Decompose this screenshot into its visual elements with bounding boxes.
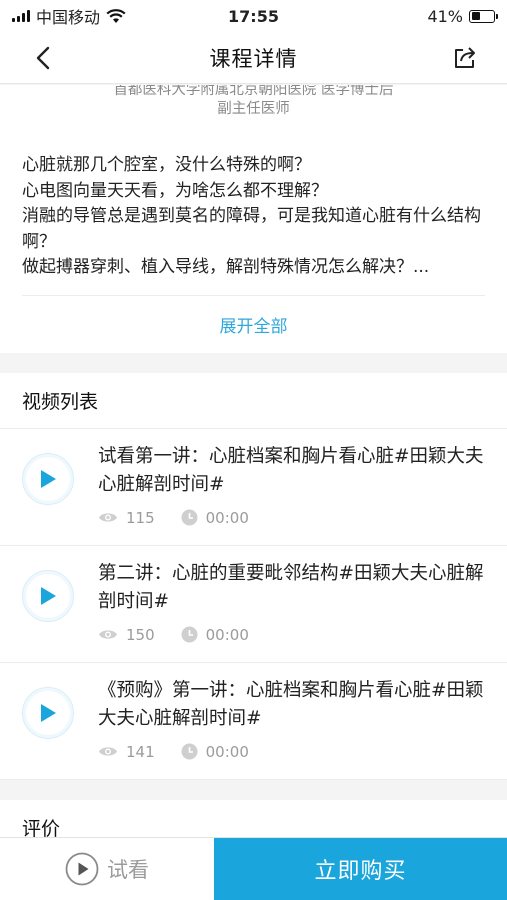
- trial-label: 试看: [107, 858, 149, 882]
- video-item[interactable]: 第二讲：心脏的重要毗邻结构#田颖大夫心脏解剖时间# 150 00:00: [0, 546, 507, 663]
- view-count: 141: [98, 743, 155, 761]
- play-button[interactable]: [22, 452, 74, 505]
- duration-value: 00:00: [205, 742, 249, 761]
- video-title: 试看第一讲：心脏档案和胸片看心脏#田颖大夫心脏解剖时间#: [98, 445, 484, 495]
- view-count-value: 141: [126, 742, 155, 761]
- duration-value: 00:00: [205, 625, 249, 644]
- eye-icon: [99, 630, 117, 639]
- battery-icon: [469, 9, 498, 23]
- nav-bar: 课程详情: [0, 32, 507, 84]
- view-count: 115: [98, 509, 155, 527]
- section-divider: [0, 352, 507, 373]
- clock-icon: [181, 743, 198, 760]
- course-detail-content[interactable]: 首都医科大学附属北京朝阳医院 医学博士后 副主任医师 心脏就那几个腔室，没什么特…: [0, 85, 507, 837]
- doctor-title: 副主任医师: [217, 101, 290, 117]
- eye-icon: [99, 513, 117, 522]
- play-button[interactable]: [22, 569, 74, 622]
- video-info: 第二讲：心脏的重要毗邻结构#田颖大夫心脏解剖时间# 150 00:00: [98, 560, 485, 662]
- duration: 00:00: [181, 509, 249, 527]
- buy-now-button[interactable]: 立即购买: [214, 838, 507, 900]
- video-list-title: 视频列表: [0, 373, 507, 429]
- play-icon: [41, 586, 56, 605]
- course-description: 心脏就那几个腔室，没什么特殊的啊？ 心电图向量天天看，为啥怎么都不理解？ 消融的…: [22, 155, 481, 277]
- signal-icon: [12, 10, 30, 22]
- doctor-affiliation: 首都医科大学附属北京朝阳医院 医学博士后: [113, 85, 394, 98]
- status-left: 中国移动: [12, 4, 126, 28]
- expand-all-button[interactable]: 展开全部: [220, 312, 288, 337]
- duration: 00:00: [181, 743, 249, 761]
- view-count-value: 150: [126, 625, 155, 644]
- course-intro: 首都医科大学附属北京朝阳医院 医学博士后 副主任医师 心脏就那几个腔室，没什么特…: [0, 85, 507, 353]
- play-circle-icon: [65, 852, 99, 886]
- reviews-title: 评价: [22, 818, 61, 837]
- video-meta: 115 00:00: [98, 509, 485, 527]
- view-count: 150: [98, 626, 155, 644]
- battery-level: [471, 12, 481, 20]
- share-icon[interactable]: [451, 44, 479, 72]
- expand-row: 展开全部: [22, 294, 485, 353]
- play-icon: [41, 469, 56, 488]
- trial-button[interactable]: 试看: [0, 838, 214, 900]
- video-info: 试看第一讲：心脏档案和胸片看心脏#田颖大夫心脏解剖时间# 115 00:00: [98, 443, 485, 545]
- duration-value: 00:00: [205, 508, 249, 527]
- video-list-section: 视频列表 试看第一讲：心脏档案和胸片看心脏#田颖大夫心脏解剖时间# 115 00:0…: [0, 372, 507, 780]
- status-bar: 中国移动 17:55 41%: [0, 0, 507, 32]
- clock-icon: [181, 626, 198, 643]
- play-icon: [41, 703, 56, 722]
- clock-icon: [181, 509, 198, 526]
- play-button[interactable]: [22, 686, 74, 739]
- bottom-action-bar: 试看 立即购买: [0, 837, 507, 900]
- reviews-section: 评价: [0, 799, 507, 837]
- video-info: 《预购》第一讲：心脏档案和胸片看心脏#田颖大夫心脏解剖时间# 141 00:00: [98, 677, 485, 779]
- eye-icon: [99, 747, 117, 756]
- battery-percent: 41%: [427, 6, 463, 26]
- video-meta: 150 00:00: [98, 626, 485, 644]
- wifi-icon: [106, 8, 126, 23]
- doctor-info: 首都医科大学附属北京朝阳医院 医学博士后 副主任医师: [22, 85, 485, 119]
- back-icon[interactable]: [30, 44, 58, 72]
- video-item[interactable]: 《预购》第一讲：心脏档案和胸片看心脏#田颖大夫心脏解剖时间# 141 00:00: [0, 663, 507, 780]
- video-title: 第二讲：心脏的重要毗邻结构#田颖大夫心脏解剖时间#: [98, 562, 484, 612]
- page-title: 课程详情: [209, 46, 298, 71]
- video-meta: 141 00:00: [98, 743, 485, 761]
- status-right: 41%: [427, 6, 498, 26]
- video-list: 试看第一讲：心脏档案和胸片看心脏#田颖大夫心脏解剖时间# 115 00:00 第二讲：…: [0, 429, 507, 780]
- duration: 00:00: [181, 626, 249, 644]
- video-title: 《预购》第一讲：心脏档案和胸片看心脏#田颖大夫心脏解剖时间#: [98, 679, 484, 729]
- view-count-value: 115: [126, 508, 155, 527]
- carrier-label: 中国移动: [36, 8, 101, 27]
- video-item[interactable]: 试看第一讲：心脏档案和胸片看心脏#田颖大夫心脏解剖时间# 115 00:00: [0, 429, 507, 546]
